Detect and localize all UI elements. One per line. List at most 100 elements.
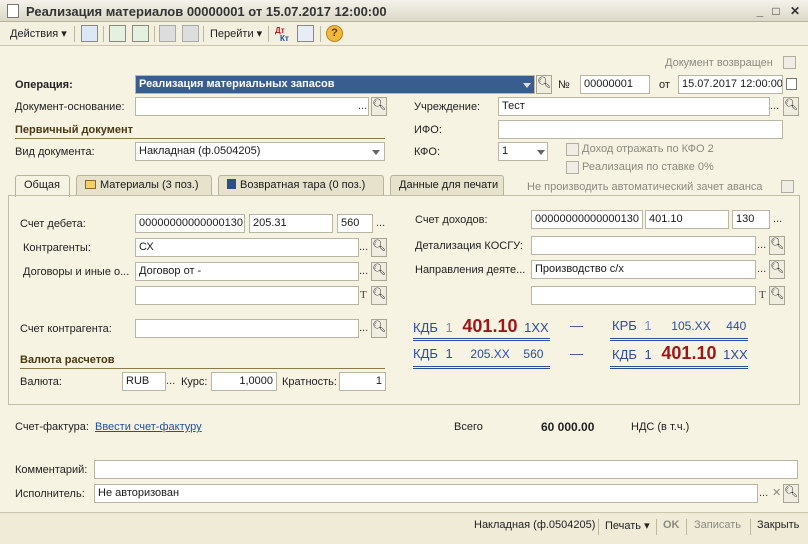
tab-print-data[interactable]: Данные для печати: [390, 175, 504, 196]
post-and-close-icon[interactable]: [81, 25, 98, 42]
print-form-button[interactable]: Накладная (ф.0504205): [474, 519, 595, 531]
search-icon: 🔍︎: [537, 77, 551, 89]
print-menu-button[interactable]: Печать ▾: [605, 519, 650, 532]
dt-kt-icon[interactable]: Дт Кт: [275, 27, 289, 43]
contracts-search-button[interactable]: 🔍︎: [371, 262, 387, 281]
direction-select-button[interactable]: ...: [757, 263, 766, 275]
corr-row1-right: КРБ 1 105.XX 440: [612, 318, 746, 333]
income-account-field[interactable]: 00000000000000130: [531, 210, 643, 229]
write-button[interactable]: Записать: [694, 519, 741, 531]
goto-menu[interactable]: Перейти ▾: [210, 27, 262, 40]
no-auto-advance-checkbox[interactable]: [781, 180, 794, 193]
debit-sub2-field[interactable]: 560: [337, 214, 373, 233]
number-field[interactable]: 00000001: [580, 75, 650, 94]
corr-row2-left-underline: [413, 366, 550, 369]
help-icon[interactable]: ?: [326, 25, 343, 42]
returned-checkbox[interactable]: [783, 56, 796, 69]
kosgu-search-button[interactable]: 🔍︎: [769, 236, 785, 255]
tab-materials[interactable]: Материалы (3 поз.): [76, 175, 212, 196]
text-type-icon[interactable]: T: [360, 289, 367, 301]
date-field[interactable]: 15.07.2017 12:00:00: [678, 75, 783, 94]
ifo-field[interactable]: [498, 120, 783, 139]
basis-field[interactable]: [135, 97, 369, 116]
contracts-field[interactable]: Договор от -: [135, 262, 359, 281]
close-button[interactable]: ✕: [787, 4, 803, 18]
corr-kfo: 1: [644, 318, 652, 333]
report-icon[interactable]: [297, 25, 314, 42]
doc-type-field[interactable]: Накладная (ф.0504205): [135, 142, 385, 161]
maximize-button[interactable]: □: [768, 4, 784, 18]
cp-account-search-button[interactable]: 🔍︎: [371, 319, 387, 338]
direction-extra-search-button[interactable]: 🔍︎: [769, 286, 785, 305]
tab-general[interactable]: Общая: [15, 175, 70, 197]
income-sub2-field[interactable]: 130: [732, 210, 770, 229]
contracts-select-button[interactable]: ...: [359, 265, 368, 277]
cp-account-select-button[interactable]: ...: [359, 322, 368, 334]
debit-label: Счет дебета:: [20, 218, 86, 230]
income-sub1-field[interactable]: 401.10: [645, 210, 729, 229]
chevron-down-icon[interactable]: [523, 83, 531, 88]
debit-select-button[interactable]: ...: [376, 217, 385, 229]
operation-search-button[interactable]: 🔍︎: [536, 75, 552, 94]
search-icon: 🔍︎: [770, 262, 784, 274]
primary-doc-divider: [15, 138, 385, 139]
corr-kfo: 1: [445, 320, 453, 335]
basis-search-button[interactable]: 🔍︎: [371, 97, 387, 116]
executor-field[interactable]: Не авторизован: [94, 484, 758, 503]
container-icon: [227, 179, 236, 189]
actions-menu[interactable]: Действия ▾: [10, 27, 67, 40]
institution-search-button[interactable]: 🔍︎: [783, 97, 799, 116]
paste-doc-icon[interactable]: [182, 25, 199, 42]
multiplicity-field[interactable]: 1: [339, 372, 386, 391]
comment-field[interactable]: [94, 460, 798, 479]
window-title: Реализация материалов 00000001 от 15.07.…: [26, 4, 387, 19]
search-icon: 🔍︎: [372, 321, 386, 333]
text-type-icon[interactable]: T: [759, 289, 766, 301]
copy-icon[interactable]: [132, 25, 149, 42]
debit-account-field[interactable]: 00000000000000130: [135, 214, 245, 233]
clear-icon[interactable]: ✕: [772, 486, 781, 499]
currency-field[interactable]: RUB: [122, 372, 166, 391]
income-kfo2-label: Доход отражать по КФО 2: [582, 143, 714, 155]
corr-suffix: 440: [726, 319, 747, 333]
currency-select-button[interactable]: ...: [166, 375, 175, 387]
calendar-icon[interactable]: [786, 78, 797, 90]
chevron-down-icon[interactable]: [537, 150, 545, 155]
direction-search-button[interactable]: 🔍︎: [769, 260, 785, 279]
kosgu-field[interactable]: [531, 236, 756, 255]
ok-button[interactable]: OK: [663, 519, 680, 531]
minimize-button[interactable]: _: [752, 4, 768, 18]
rate-field[interactable]: 1,0000: [211, 372, 277, 391]
refresh-icon[interactable]: [109, 25, 126, 42]
corr-row1-left-underline: [413, 338, 550, 341]
debit-sub1-field[interactable]: 205.31: [249, 214, 333, 233]
executor-search-button[interactable]: 🔍︎: [783, 484, 799, 503]
kosgu-select-button[interactable]: ...: [757, 239, 766, 251]
corr-account: 105.XX: [671, 319, 711, 333]
copy-doc-icon[interactable]: [159, 25, 176, 42]
counterparty-field[interactable]: СХ: [135, 238, 359, 257]
corr-prefix: КРБ: [612, 318, 637, 333]
vat0-label: Реализация по ставке 0%: [582, 161, 714, 173]
income-select-button[interactable]: ...: [773, 213, 782, 225]
contracts-extra-field[interactable]: [135, 286, 359, 305]
contracts-extra-search-button[interactable]: 🔍︎: [371, 286, 387, 305]
cp-account-field[interactable]: [135, 319, 359, 338]
counterparty-search-button[interactable]: 🔍︎: [371, 238, 387, 257]
direction-field[interactable]: Производство с/х: [531, 260, 756, 279]
chevron-down-icon[interactable]: [372, 150, 380, 155]
operation-field[interactable]: Реализация материальных запасов: [135, 75, 535, 94]
basis-select-button[interactable]: ...: [358, 100, 367, 112]
income-kfo2-checkbox[interactable]: [566, 143, 579, 156]
institution-select-button[interactable]: ...: [770, 100, 779, 112]
tab-returnable-container[interactable]: Возвратная тара (0 поз.): [218, 175, 384, 196]
number-label: №: [558, 79, 570, 91]
institution-field[interactable]: Тест: [498, 97, 770, 116]
vat0-checkbox[interactable]: [566, 161, 579, 174]
income-label: Счет доходов:: [415, 214, 488, 226]
executor-select-button[interactable]: ...: [759, 487, 768, 499]
close-form-button[interactable]: Закрыть: [757, 519, 799, 531]
counterparty-select-button[interactable]: ...: [359, 241, 368, 253]
invoice-link[interactable]: Ввести счет-фактуру: [95, 421, 202, 433]
direction-extra-field[interactable]: [531, 286, 756, 305]
